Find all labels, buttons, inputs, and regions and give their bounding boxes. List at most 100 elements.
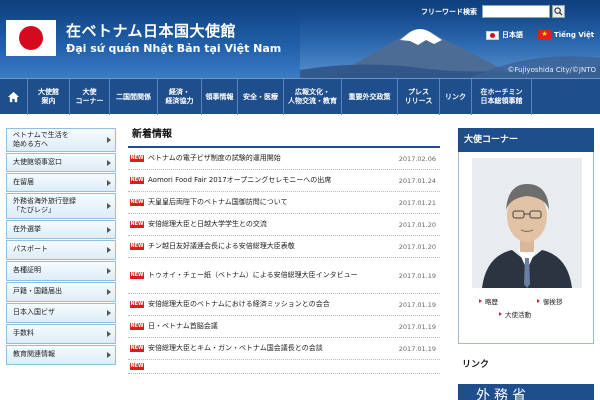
nav-item-3[interactable]: 二国間関係: [110, 79, 158, 115]
arrow-right-icon: [107, 310, 111, 316]
nav-item-1[interactable]: 大使館 案内: [28, 79, 70, 115]
news-item[interactable]: NEW チン越日友好議連会長による安倍総理大臣表敬 2017.01.20: [128, 236, 440, 258]
news-section: 新着情報 NEW ベトナムの電子ビザ制度の試験的運用開始 2017.02.06 NEW…: [128, 126, 440, 374]
nav-item-label: プレス リリース: [404, 88, 433, 105]
ambassador-activities-link[interactable]: 大使活動: [499, 309, 531, 319]
ambassador-box: 略歴 御挨拶 大使活動: [458, 152, 594, 344]
news-headline[interactable]: チン越日友好議連会長による安倍総理大臣表敬: [148, 242, 388, 251]
nav-item-6[interactable]: 安全・医療: [238, 79, 284, 115]
nav-item-9[interactable]: プレス リリース: [398, 79, 440, 115]
news-item[interactable]: NEW Aomori Food Fair 2017オープニングセレモニーへの出席 2…: [128, 170, 440, 192]
japan-flag-logo[interactable]: [6, 20, 56, 56]
sidebar-item-2[interactable]: 大使館領事窓口: [6, 153, 116, 172]
news-headline[interactable]: Aomori Food Fair 2017オープニングセレモニーへの出席: [148, 176, 388, 185]
sidebar-item-3[interactable]: 在留届: [6, 173, 116, 192]
site-title-vn[interactable]: Đại sứ quán Nhật Bản tại Việt Nam: [66, 42, 281, 55]
new-badge: NEW: [130, 272, 144, 279]
ambassador-corner-title[interactable]: 大使コーナー: [458, 128, 594, 152]
news-headline[interactable]: トゥオイ・チェー紙（ベトナム）による安倍総理大臣インタビュー: [148, 271, 388, 280]
news-item[interactable]: NEW ベトナムの電子ビザ制度の試験的運用開始 2017.02.06: [128, 148, 440, 170]
news-date: 2017.01.19: [398, 300, 436, 309]
news-date: 2017.01.21: [398, 198, 436, 207]
nav-item-label: 二国間関係: [116, 92, 151, 101]
arrow-icon: [499, 312, 502, 316]
search-input[interactable]: [482, 5, 550, 18]
link-label: 略歴: [485, 298, 498, 306]
link-label: 御挨拶: [543, 298, 563, 306]
nav-item-4[interactable]: 経済・ 経済協力: [158, 79, 202, 115]
news-item[interactable]: NEW トゥオイ・チェー紙（ベトナム）による安倍総理大臣インタビュー 2017.01…: [128, 258, 440, 294]
sidebar-item-1[interactable]: ベトナムで生活を 始める方へ: [6, 128, 116, 152]
sidebar-item-5[interactable]: 在外選挙: [6, 220, 116, 239]
nav-item-5[interactable]: 領事情報: [202, 79, 238, 115]
arrow-right-icon: [107, 247, 111, 253]
sidebar-item-7[interactable]: 各種証明: [6, 261, 116, 281]
news-headline[interactable]: 天皇皇后両陛下のベトナム国御訪問について: [148, 198, 388, 207]
nav-item-label: 広報文化・ 人物交流・教育: [288, 88, 337, 105]
arrow-right-icon: [107, 268, 111, 274]
arrow-right-icon: [107, 331, 111, 337]
nav-item-7[interactable]: 広報文化・ 人物交流・教育: [284, 79, 342, 115]
new-badge: NEW: [130, 323, 144, 330]
lang-label: 日本語: [502, 31, 523, 39]
lang-label: Tiếng Việt: [554, 30, 595, 39]
site-title-jp[interactable]: 在ベトナム日本国大使館: [66, 20, 236, 41]
arrow-icon: [537, 299, 540, 303]
sidebar-item-11[interactable]: 教育関連情報: [6, 345, 116, 365]
news-headline[interactable]: 安倍総理大臣と日越大学学生との交流: [148, 220, 388, 229]
news-item[interactable]: NEW 安倍総理大臣と日越大学学生との交流 2017.01.20: [128, 214, 440, 236]
news-item[interactable]: NEW 日・ベトナム首脳会議 2017.01.19: [128, 316, 440, 338]
sidebar-item-9[interactable]: 日本入国ビザ: [6, 303, 116, 323]
new-badge: NEW: [130, 243, 144, 250]
ambassador-greeting-link[interactable]: 御挨拶: [537, 296, 563, 306]
new-badge: NEW: [130, 363, 144, 370]
home-icon: [7, 91, 20, 103]
news-headline[interactable]: 安倍総理大臣のベトナムにおける経済ミッションとの会合: [148, 300, 388, 309]
arrow-right-icon: [107, 289, 111, 295]
sidebar-item-label: 教育関連情報: [13, 350, 55, 359]
site-header: 在ベトナム日本国大使館 Đại sứ quán Nhật Bản tại Việ…: [0, 0, 600, 78]
ambassador-photo[interactable]: [472, 158, 582, 288]
new-badge: NEW: [130, 155, 144, 162]
links-title: リンク: [462, 360, 490, 370]
search-button[interactable]: [552, 5, 565, 18]
sidebar-item-label: パスポート: [13, 245, 48, 254]
sidebar-item-label: 戸籍・国籍届出: [13, 287, 62, 296]
nav-item-label: リンク: [445, 92, 466, 101]
news-date: 2017.02.06: [398, 154, 436, 163]
lang-vietnamese[interactable]: ★ Tiếng Việt: [538, 30, 594, 39]
nav-item-10[interactable]: リンク: [440, 79, 472, 115]
news-item[interactable]: NEW 安倍総理大臣のベトナムにおける経済ミッションとの会合 2017.01.19: [128, 294, 440, 316]
search-icon: [554, 7, 563, 16]
news-date: 2017.01.19: [398, 344, 436, 353]
nav-item-label: 重要外交政策: [348, 92, 391, 101]
lang-japanese[interactable]: 日本語: [486, 30, 523, 40]
new-badge: NEW: [130, 199, 144, 206]
ambassador-profile-link[interactable]: 略歴: [479, 296, 498, 306]
photo-credit: ©Fujiyoshida City/©JNTO: [507, 66, 596, 74]
news-title: 新着情報: [132, 129, 172, 140]
news-headline[interactable]: ベトナムの電子ビザ制度の試験的運用開始: [148, 154, 388, 163]
sidebar-item-label: ベトナムで生活を 始める方へ: [13, 130, 69, 148]
link-label: 大使活動: [505, 311, 531, 319]
sidebar-item-label: 各種証明: [13, 266, 41, 275]
news-list: NEW ベトナムの電子ビザ制度の試験的運用開始 2017.02.06 NEW Aomor…: [128, 148, 440, 374]
news-headline[interactable]: 安倍総理大臣とキム・ガン・ベトナム国会議長との会談: [148, 344, 388, 353]
news-item[interactable]: NEW: [128, 360, 440, 374]
sidebar-item-10[interactable]: 手数料: [6, 324, 116, 344]
news-headline[interactable]: 日・ベトナム首脳会議: [148, 322, 388, 331]
nav-item-2[interactable]: 大使 コーナー: [70, 79, 110, 115]
nav-item-11[interactable]: 在ホーチミン 日本総領事館: [472, 79, 532, 115]
nav-home[interactable]: [0, 79, 28, 115]
mofa-banner[interactable]: 外務省: [458, 384, 594, 400]
news-item[interactable]: NEW 天皇皇后両陛下のベトナム国御訪問について 2017.01.21: [128, 192, 440, 214]
consular-sidebar: ベトナムで生活を 始める方へ大使館領事窓口 在留届 外務省海外旅行登録 「たびレジ」…: [6, 128, 116, 366]
nav-item-8[interactable]: 重要外交政策: [342, 79, 398, 115]
sidebar-item-4[interactable]: 外務省海外旅行登録 「たびレジ」: [6, 193, 116, 219]
news-date: 2017.01.20: [398, 242, 436, 251]
sidebar-item-6[interactable]: パスポート: [6, 240, 116, 260]
sidebar-item-8[interactable]: 戸籍・国籍届出: [6, 282, 116, 302]
news-date: 2017.01.19: [398, 271, 436, 280]
sidebar-item-label: 日本入国ビザ: [13, 308, 55, 317]
news-item[interactable]: NEW 安倍総理大臣とキム・ガン・ベトナム国会議長との会談 2017.01.19: [128, 338, 440, 360]
